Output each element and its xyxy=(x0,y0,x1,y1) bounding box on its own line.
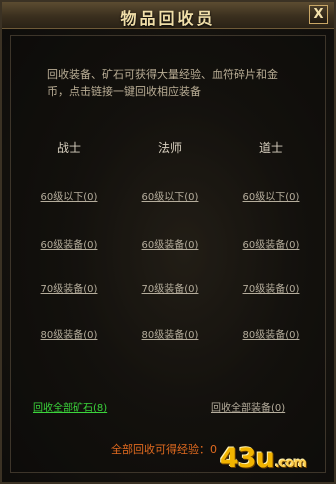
recycle-link-taoist-lv60[interactable]: 60级装备(0) xyxy=(221,236,321,251)
description-text: 回收装备、矿石可获得大量经验、血符碎片和金币，点击链接一键回收相应装备 xyxy=(47,68,278,98)
title-bar[interactable]: 物品回收员 X xyxy=(2,2,334,29)
recycle-link-mage-below60[interactable]: 60级以下(0) xyxy=(120,188,220,203)
total-exp-label: 全部回收可得经验：0 xyxy=(111,443,217,456)
recycle-link-mage-lv70[interactable]: 70级装备(0) xyxy=(120,280,220,295)
recycle-link-warrior-below60[interactable]: 60级以下(0) xyxy=(19,188,119,203)
watermark-main: 43u xyxy=(220,443,275,474)
column-header-mage: 法师 xyxy=(157,141,182,155)
recycle-link-warrior-lv60[interactable]: 60级装备(0) xyxy=(19,236,119,251)
window-title: 物品回收员 xyxy=(120,9,216,28)
recycle-link-warrior-lv80[interactable]: 80级装备(0) xyxy=(19,326,119,341)
column-header-warrior: 战士 xyxy=(56,141,81,155)
recycle-link-warrior-lv70[interactable]: 70级装备(0) xyxy=(19,280,119,295)
recycle-all-equipment-link[interactable]: 回收全部装备(0) xyxy=(211,399,285,414)
recycle-all-ore-link[interactable]: 回收全部矿石(8) xyxy=(33,399,107,414)
recycle-link-mage-lv60[interactable]: 60级装备(0) xyxy=(120,236,220,251)
column-header-taoist: 道士 xyxy=(258,141,283,155)
watermark-suffix: .com xyxy=(274,456,307,471)
recycle-link-taoist-below60[interactable]: 60级以下(0) xyxy=(221,188,321,203)
close-button[interactable]: X xyxy=(309,5,328,24)
recycle-link-taoist-lv70[interactable]: 70级装备(0) xyxy=(221,280,321,295)
recycle-link-mage-lv80[interactable]: 80级装备(0) xyxy=(120,326,220,341)
recycle-link-taoist-lv80[interactable]: 80级装备(0) xyxy=(221,326,321,341)
site-watermark-logo: 43u.com xyxy=(220,443,307,474)
item-recycler-window: 物品回收员 X 回收装备、矿石可获得大量经验、血符碎片和金币，点击链接一键回收相… xyxy=(0,0,336,484)
recycle-panel: 回收装备、矿石可获得大量经验、血符碎片和金币，点击链接一键回收相应装备 战士 法… xyxy=(10,35,326,473)
